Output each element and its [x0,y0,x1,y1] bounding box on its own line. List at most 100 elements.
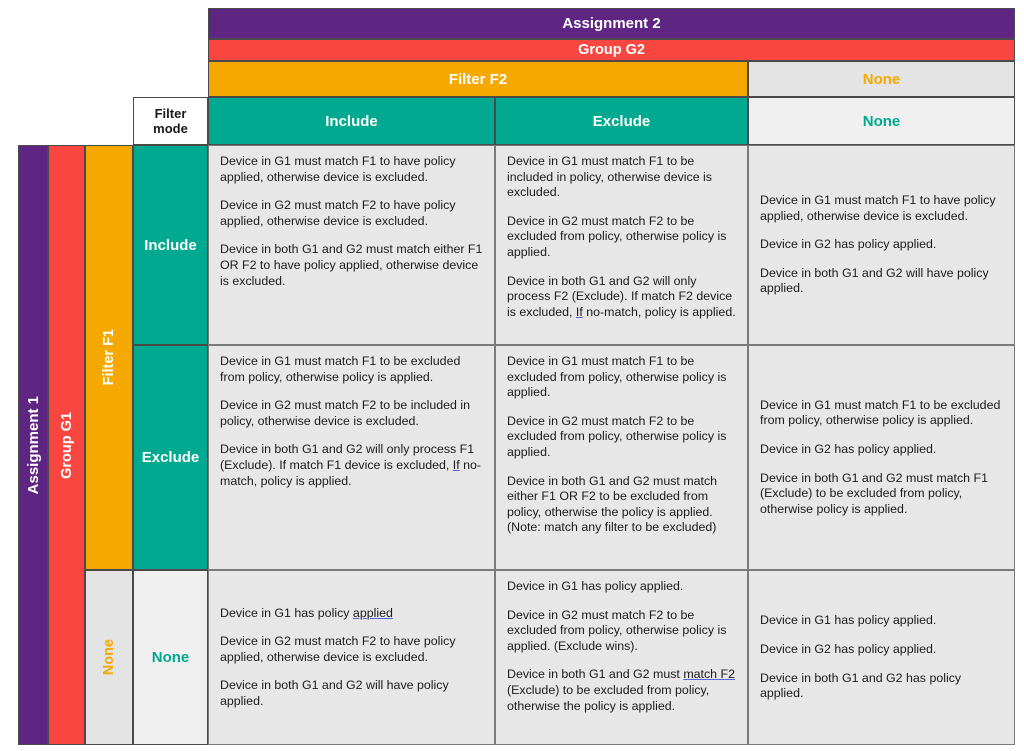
cell-paragraph: Device in G1 must match F1 to be exclude… [507,354,738,401]
row-filter-f1-header: Filter F1 [85,145,133,570]
spellcheck-marked-text: If [452,457,460,472]
col-none-header: None [748,61,1015,97]
row-mode-exclude-label: Exclude [141,449,200,466]
cell-paragraph: Device in G2 must match F2 to be exclude… [507,214,738,261]
col-mode-include-header: Include [208,97,495,145]
cell-paragraph: Device in G1 must match F1 to have polic… [220,154,485,185]
row-mode-none-label: None [151,649,190,666]
cell-paragraph: Device in G2 must match F2 to have polic… [220,634,485,665]
matrix-cell-none-none: Device in G1 has policy applied. Device i… [748,570,1015,745]
matrix-cell-include-exclude: Device in G1 must match F1 to be include… [495,145,748,345]
cell-paragraph: Device in G1 must match F1 to be include… [507,154,738,201]
cell-text-run: Device in both G1 and G2 will only proce… [220,442,475,472]
col-mode-none-header: None [748,97,1015,145]
cell-paragraph: Device in G1 has policy applied. [507,579,738,595]
cell-paragraph: Device in G2 must match F2 to have polic… [220,198,485,229]
cell-text-run: Device in G2 must match F2 to have polic… [220,634,456,664]
row-none-header: None [85,570,133,745]
matrix-cell-none-include: Device in G1 has policy applied Device in… [208,570,495,745]
col-mode-none-label: None [862,112,901,130]
row-assignment-1-label: Assignment 1 [24,395,42,495]
cell-paragraph: Device in both G1 and G2 will have polic… [220,678,485,709]
row-filter-f1-label: Filter F1 [101,329,117,386]
cell-text-run: Device in both G1 and G2 must match eith… [220,242,483,288]
col-assignment-2-label: Assignment 2 [562,15,661,32]
cell-paragraph: Device in G2 has policy applied. [760,642,1005,658]
row-assignment-1-header: Assignment 1 [18,145,48,745]
row-group-g1-label: Group G1 [58,411,75,479]
spellcheck-marked-text: applied [352,605,393,620]
col-mode-exclude-header: Exclude [495,97,748,145]
cell-text-run: Device in G1 has policy [220,605,353,620]
matrix-cell-exclude-include: Device in G1 must match F1 to be exclude… [208,345,495,570]
matrix-cell-include-none: Device in G1 must match F1 to have polic… [748,145,1015,345]
row-group-g1-header: Group G1 [48,145,85,745]
row-none-label: None [101,639,117,676]
cell-text-run: Device in G2 must match F2 to be exclude… [507,607,727,653]
cell-text-run: Device in G1 must match F1 to have polic… [760,193,996,223]
cell-text-run: no-match, policy is applied. [582,304,736,319]
filter-mode-line-1: Filter [154,106,187,121]
matrix-cell-exclude-none: Device in G1 must match F1 to be exclude… [748,345,1015,570]
cell-text-run: Device in G1 must match F1 to be include… [507,154,713,200]
spellcheck-marked-text: match F2 [683,667,735,682]
cell-paragraph: Device in G2 must match F2 to be exclude… [507,608,738,655]
cell-paragraph: Device in both G1 and G2 must match eith… [220,242,485,289]
cell-text-run: Device in G2 has policy applied. [760,237,937,252]
row-mode-exclude-header: Exclude [133,345,208,570]
cell-paragraph: Device in both G1 and G2 will only proce… [507,274,738,321]
row-mode-include-header: Include [133,145,208,345]
cell-text-run: (Exclude) to be excluded from policy, ot… [507,682,710,713]
cell-text-run: Device in both G1 and G2 has policy appl… [760,670,962,701]
cell-text-run: Device in G1 has policy applied. [507,579,684,593]
col-filter-f2-label: Filter F2 [448,70,508,88]
cell-text-run: Device in G1 must match F1 to be exclude… [760,397,1001,428]
row-mode-none-header: None [133,570,208,745]
cell-text-run: Device in G1 must match F1 to be exclude… [220,354,461,384]
col-group-g2-header: Group G2 [208,39,1015,61]
cell-text-run: Device in both G1 and G2 will have polic… [760,265,989,296]
cell-text-run: Device in G2 must match F2 to be exclude… [507,413,727,459]
cell-text-run: Device in both G1 and G2 will have polic… [220,678,449,708]
cell-paragraph: Device in both G1 and G2 must match eith… [507,474,738,536]
cell-text-run: Device in G1 must match F1 to be exclude… [507,354,727,400]
comparison-matrix: Assignment 2 Group G2 Filter F2 None Fil… [0,0,1024,751]
col-filter-f2-header: Filter F2 [208,61,748,97]
cell-text-run: Device in G2 must match F2 to have polic… [220,198,456,228]
cell-paragraph: Device in G2 must match F2 to be exclude… [507,414,738,461]
cell-text-run: Device in G2 has policy applied. [760,441,937,456]
cell-text-run: Device in G2 must match F2 to be exclude… [507,213,727,259]
cell-text-run: Device in both G1 and G2 must match eith… [507,473,718,535]
spellcheck-marked-text: If [575,304,583,319]
col-mode-include-label: Include [325,112,378,130]
cell-text-run: Device in G1 must match F1 to have polic… [220,154,456,184]
cell-paragraph: Device in both G1 and G2 must match F2 (… [507,667,738,714]
col-mode-exclude-label: Exclude [592,112,651,130]
cell-paragraph: Device in both G1 and G2 has policy appl… [760,671,1005,702]
cell-paragraph: Device in G1 has policy applied [220,606,485,622]
matrix-cell-none-exclude: Device in G1 has policy applied. Device i… [495,570,748,745]
cell-paragraph: Device in both G1 and G2 will only proce… [220,442,485,489]
cell-paragraph: Device in G2 must match F2 to be include… [220,398,485,429]
row-mode-include-label: Include [144,236,197,254]
cell-text-run: Device in both G1 and G2 must match F1 (… [760,470,988,516]
cell-paragraph: Device in both G1 and G2 must match F1 (… [760,471,1005,518]
cell-paragraph: Device in both G1 and G2 will have polic… [760,266,1005,297]
filter-mode-line-2: mode [153,121,188,136]
cell-text-run: Device in G1 has policy applied. [760,613,937,628]
cell-text-run: Device in both G1 and G2 must [507,667,684,682]
col-none-label: None [862,70,901,88]
matrix-cell-include-include: Device in G1 must match F1 to have polic… [208,145,495,345]
cell-paragraph: Device in G1 must match F1 to have polic… [760,193,1005,224]
cell-paragraph: Device in G1 has policy applied. [760,613,1005,629]
cell-text-run: Device in G2 has policy applied. [760,641,937,656]
col-assignment-2-header: Assignment 2 [208,8,1015,39]
col-group-g2-label: Group G2 [578,42,645,58]
cell-paragraph: Device in G2 has policy applied. [760,442,1005,458]
cell-paragraph: Device in G1 must match F1 to be exclude… [220,354,485,385]
matrix-cell-exclude-exclude: Device in G1 must match F1 to be exclude… [495,345,748,570]
cell-text-run: Device in G2 must match F2 to be include… [220,398,470,428]
cell-paragraph: Device in G2 has policy applied. [760,237,1005,253]
cell-paragraph: Device in G1 must match F1 to be exclude… [760,398,1005,429]
filter-mode-corner-header: Filter mode [133,97,208,145]
